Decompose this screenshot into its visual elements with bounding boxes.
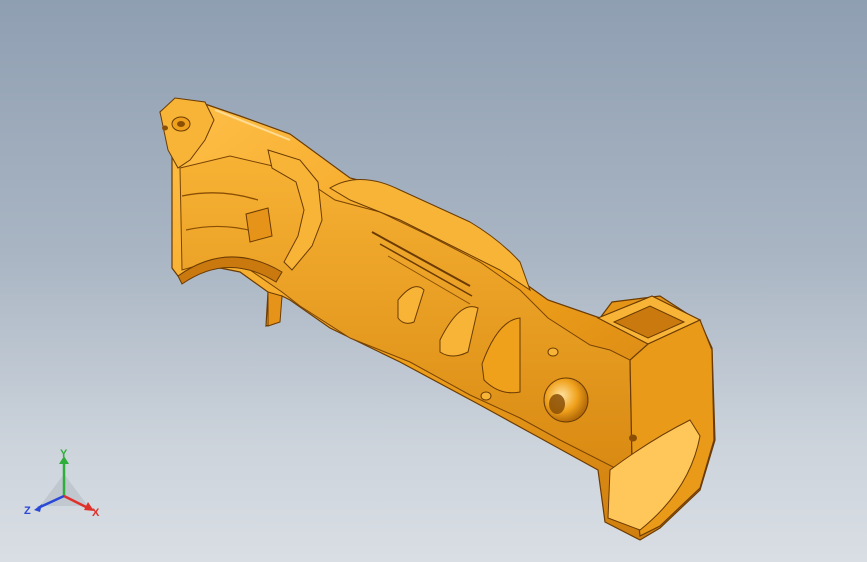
boss-right-2 — [480, 391, 492, 401]
bracket-block — [245, 207, 273, 243]
right-small-hole — [629, 434, 637, 442]
left-small-hole — [162, 125, 168, 131]
z-axis-arrow — [34, 504, 42, 512]
x-axis-label: X — [92, 507, 100, 519]
left-mount-hole-inner — [177, 121, 185, 127]
graphics-viewport[interactable]: Y X Z — [0, 0, 867, 562]
axis-triad[interactable]: Y X Z — [22, 448, 112, 528]
ball-socket-hole — [549, 394, 565, 414]
y-axis-label: Y — [60, 448, 68, 460]
model-view[interactable] — [0, 0, 867, 562]
hanging-tab[interactable] — [267, 291, 283, 327]
boss-right-1 — [547, 347, 559, 357]
z-axis-label: Z — [24, 505, 31, 517]
